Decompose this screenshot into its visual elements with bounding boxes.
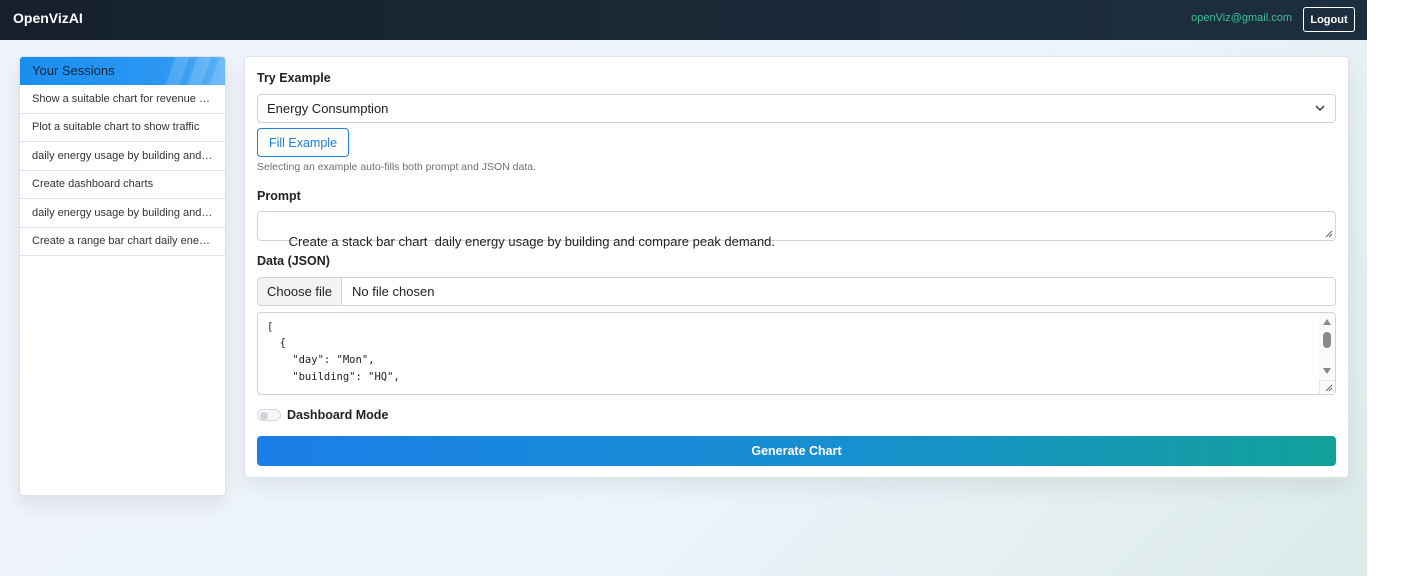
logout-button[interactable]: Logout: [1303, 7, 1355, 32]
scroll-up-icon[interactable]: [1323, 319, 1331, 325]
resize-corner[interactable]: [1319, 380, 1335, 394]
json-line: "building": "HQ",: [267, 371, 400, 383]
resize-handle-icon: [1325, 384, 1333, 392]
sessions-header: Your Sessions: [20, 57, 225, 85]
json-line: "day": "Mon",: [267, 354, 375, 366]
json-data-textarea[interactable]: [ { "day": "Mon", "building": "HQ",: [257, 312, 1336, 395]
session-item-label: daily energy usage by building and compa…: [32, 149, 213, 162]
session-item-label: Create dashboard charts: [32, 178, 154, 191]
json-line: [: [267, 321, 274, 333]
session-item-label: Plot a suitable chart to show traffic: [32, 121, 200, 134]
header-stripe-decoration: [184, 57, 214, 85]
example-help-text: Selecting an example auto-fills both pro…: [257, 161, 536, 173]
generate-chart-button[interactable]: Generate Chart: [257, 436, 1336, 466]
session-item[interactable]: Plot a suitable chart to show traffic: [20, 114, 225, 142]
prompt-label: Prompt: [257, 189, 301, 203]
chevron-down-icon: [1315, 105, 1325, 111]
sessions-sidebar: Your Sessions Show a suitable chart for …: [19, 56, 226, 496]
session-item[interactable]: daily energy usage by building and compa…: [20, 142, 225, 171]
session-item-label: daily energy usage by building and compa…: [32, 206, 213, 219]
example-select[interactable]: Energy Consumption: [257, 94, 1336, 123]
dashboard-mode-toggle[interactable]: [257, 409, 281, 421]
json-line: {: [267, 337, 286, 349]
session-item-label: Create a range bar chart daily energy: [32, 235, 213, 248]
try-example-label: Try Example: [257, 71, 331, 85]
brand-logo[interactable]: OpenVizAI: [13, 10, 83, 26]
resize-handle-icon[interactable]: [1325, 230, 1333, 238]
choose-file-button[interactable]: Choose file: [258, 278, 343, 305]
chart-form-card: Try Example Energy Consumption Fill Exam…: [244, 56, 1349, 478]
scroll-down-icon[interactable]: [1323, 368, 1331, 374]
session-item-label: Show a suitable chart for revenue by reg…: [32, 92, 213, 105]
file-upload-input[interactable]: Choose file No file chosen: [257, 277, 1336, 306]
data-json-label: Data (JSON): [257, 254, 330, 268]
scrollbar-thumb[interactable]: [1323, 332, 1331, 348]
fill-example-button[interactable]: Fill Example: [257, 128, 349, 157]
session-item[interactable]: Create dashboard charts: [20, 171, 225, 199]
app-root: OpenVizAI openViz@gmail.com Logout Your …: [0, 0, 1367, 576]
example-select-value: Energy Consumption: [267, 101, 389, 116]
prompt-textarea[interactable]: Create a stack bar chart daily energy us…: [257, 211, 1336, 249]
session-item[interactable]: daily energy usage by building and compa…: [20, 199, 225, 228]
prompt-text: Create a stack bar chart daily energy us…: [288, 234, 776, 249]
navbar: OpenVizAI openViz@gmail.com Logout: [0, 0, 1367, 40]
file-status-text: No file chosen: [352, 284, 435, 299]
sessions-title: Your Sessions: [32, 63, 115, 78]
header-stripe-decoration: [162, 57, 192, 85]
user-email: openViz@gmail.com: [1191, 12, 1292, 24]
dashboard-mode-label: Dashboard Mode: [287, 408, 389, 422]
session-item[interactable]: Show a suitable chart for revenue by reg…: [20, 85, 225, 114]
session-item[interactable]: Create a range bar chart daily energy: [20, 228, 225, 256]
toggle-knob: [260, 411, 268, 420]
